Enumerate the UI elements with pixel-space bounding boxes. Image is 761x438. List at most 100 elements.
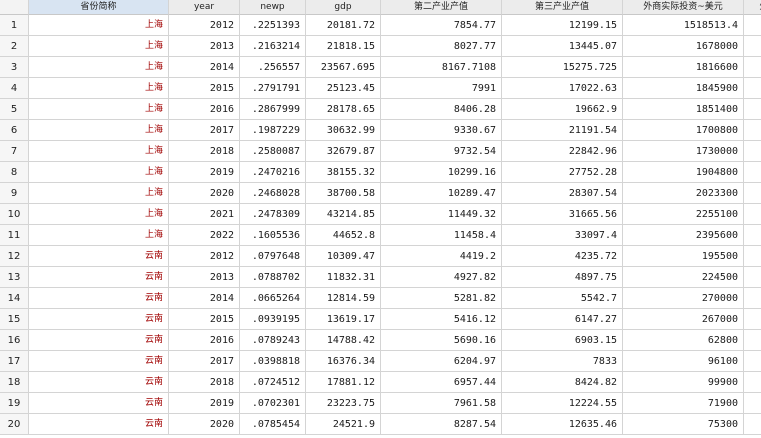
cell-province[interactable]: 云南 (29, 288, 169, 309)
cell-tertiary-output[interactable]: 12224.55 (502, 393, 623, 414)
cell-tertiary-output[interactable]: 31665.56 (502, 204, 623, 225)
cell-next-column[interactable] (744, 351, 761, 372)
cell-next-column[interactable] (744, 57, 761, 78)
cell-secondary-output[interactable]: 5416.12 (381, 309, 502, 330)
table-row[interactable]: 18 云南 2018.0724512 17881.12 6957.44 8424.82 99… (0, 372, 761, 393)
cell-province[interactable]: 上海 (29, 204, 169, 225)
row-number[interactable]: 15 (0, 309, 29, 330)
table-row[interactable]: 20 云南 2020.0785454 24521.9 8287.54 12635.46 75… (0, 414, 761, 435)
cell-newp[interactable]: .0939195 (240, 309, 306, 330)
cell-next-column[interactable] (744, 120, 761, 141)
cell-secondary-output[interactable]: 11449.32 (381, 204, 502, 225)
cell-next-column[interactable] (744, 267, 761, 288)
cell-fdi[interactable]: 1730000 (623, 141, 744, 162)
cell-secondary-output[interactable]: 10289.47 (381, 183, 502, 204)
cell-gdp[interactable]: 12814.59 (306, 288, 381, 309)
table-row[interactable]: 13 云南 2013.0788702 11832.31 4927.82 4897.75 22… (0, 267, 761, 288)
row-number[interactable]: 2 (0, 36, 29, 57)
cell-next-column[interactable] (744, 225, 761, 246)
cell-tertiary-output[interactable]: 4235.72 (502, 246, 623, 267)
cell-year[interactable]: 2015 (169, 309, 240, 330)
row-number[interactable]: 19 (0, 393, 29, 414)
cell-secondary-output[interactable]: 10299.16 (381, 162, 502, 183)
cell-secondary-output[interactable]: 4927.82 (381, 267, 502, 288)
cell-gdp[interactable]: 28178.65 (306, 99, 381, 120)
cell-tertiary-output[interactable]: 12635.46 (502, 414, 623, 435)
cell-year[interactable]: 2017 (169, 351, 240, 372)
cell-newp[interactable]: .0702301 (240, 393, 306, 414)
row-number[interactable]: 14 (0, 288, 29, 309)
cell-newp[interactable]: .0788702 (240, 267, 306, 288)
row-number[interactable]: 6 (0, 120, 29, 141)
cell-gdp[interactable]: 24521.9 (306, 414, 381, 435)
cell-secondary-output[interactable]: 4419.2 (381, 246, 502, 267)
column-header-secondary-output[interactable]: 第二产业产值 (381, 0, 502, 15)
cell-tertiary-output[interactable]: 4897.75 (502, 267, 623, 288)
cell-tertiary-output[interactable]: 17022.63 (502, 78, 623, 99)
column-header-gdp[interactable]: gdp (306, 0, 381, 15)
cell-newp[interactable]: .0398818 (240, 351, 306, 372)
cell-year[interactable]: 2018 (169, 372, 240, 393)
cell-fdi[interactable]: 71900 (623, 393, 744, 414)
cell-province[interactable]: 云南 (29, 246, 169, 267)
cell-fdi[interactable]: 2255100 (623, 204, 744, 225)
cell-next-column[interactable] (744, 204, 761, 225)
cell-gdp[interactable]: 44652.8 (306, 225, 381, 246)
cell-province[interactable]: 云南 (29, 351, 169, 372)
cell-year[interactable]: 2013 (169, 36, 240, 57)
cell-fdi[interactable]: 1700800 (623, 120, 744, 141)
cell-fdi[interactable]: 96100 (623, 351, 744, 372)
cell-secondary-output[interactable]: 8167.7108 (381, 57, 502, 78)
row-number[interactable]: 4 (0, 78, 29, 99)
cell-gdp[interactable]: 38155.32 (306, 162, 381, 183)
cell-gdp[interactable]: 20181.72 (306, 15, 381, 36)
cell-newp[interactable]: .2163214 (240, 36, 306, 57)
cell-year[interactable]: 2013 (169, 267, 240, 288)
cell-fdi[interactable]: 2395600 (623, 225, 744, 246)
cell-province[interactable]: 云南 (29, 372, 169, 393)
cell-newp[interactable]: .2470216 (240, 162, 306, 183)
cell-secondary-output[interactable]: 8287.54 (381, 414, 502, 435)
table-row[interactable]: 11 上海 2022.1605536 44652.8 11458.4 33097.4 239… (0, 225, 761, 246)
cell-province[interactable]: 上海 (29, 225, 169, 246)
table-row[interactable]: 5 上海 2016.2867999 28178.65 8406.28 19662.9 185… (0, 99, 761, 120)
cell-secondary-output[interactable]: 5690.16 (381, 330, 502, 351)
cell-tertiary-output[interactable]: 15275.725 (502, 57, 623, 78)
cell-gdp[interactable]: 23223.75 (306, 393, 381, 414)
row-number[interactable]: 12 (0, 246, 29, 267)
table-row[interactable]: 2 上海 2013.2163214 21818.15 8027.77 13445.07 16… (0, 36, 761, 57)
table-row[interactable]: 4 上海 2015.2791791 25123.45 7991 17022.63 18459… (0, 78, 761, 99)
row-number[interactable]: 8 (0, 162, 29, 183)
cell-fdi[interactable]: 1816600 (623, 57, 744, 78)
cell-fdi[interactable]: 62800 (623, 330, 744, 351)
cell-fdi[interactable]: 224500 (623, 267, 744, 288)
cell-secondary-output[interactable]: 5281.82 (381, 288, 502, 309)
cell-tertiary-output[interactable]: 5542.7 (502, 288, 623, 309)
cell-province[interactable]: 上海 (29, 78, 169, 99)
cell-gdp[interactable]: 32679.87 (306, 141, 381, 162)
row-number[interactable]: 11 (0, 225, 29, 246)
cell-fdi[interactable]: 1845900 (623, 78, 744, 99)
cell-next-column[interactable] (744, 183, 761, 204)
row-number[interactable]: 9 (0, 183, 29, 204)
cell-fdi[interactable]: 267000 (623, 309, 744, 330)
cell-gdp[interactable]: 16376.34 (306, 351, 381, 372)
cell-fdi[interactable]: 75300 (623, 414, 744, 435)
cell-year[interactable]: 2017 (169, 120, 240, 141)
cell-province[interactable]: 云南 (29, 267, 169, 288)
cell-secondary-output[interactable]: 7854.77 (381, 15, 502, 36)
cell-next-column[interactable] (744, 246, 761, 267)
cell-tertiary-output[interactable]: 7833 (502, 351, 623, 372)
cell-year[interactable]: 2019 (169, 162, 240, 183)
cell-next-column[interactable] (744, 288, 761, 309)
cell-province[interactable]: 上海 (29, 120, 169, 141)
row-number[interactable]: 17 (0, 351, 29, 372)
row-number[interactable]: 1 (0, 15, 29, 36)
cell-newp[interactable]: .2478309 (240, 204, 306, 225)
cell-year[interactable]: 2014 (169, 57, 240, 78)
cell-year[interactable]: 2022 (169, 225, 240, 246)
cell-newp[interactable]: .0785454 (240, 414, 306, 435)
cell-newp[interactable]: .2791791 (240, 78, 306, 99)
column-header-year[interactable]: year (169, 0, 240, 15)
cell-newp[interactable]: .2867999 (240, 99, 306, 120)
